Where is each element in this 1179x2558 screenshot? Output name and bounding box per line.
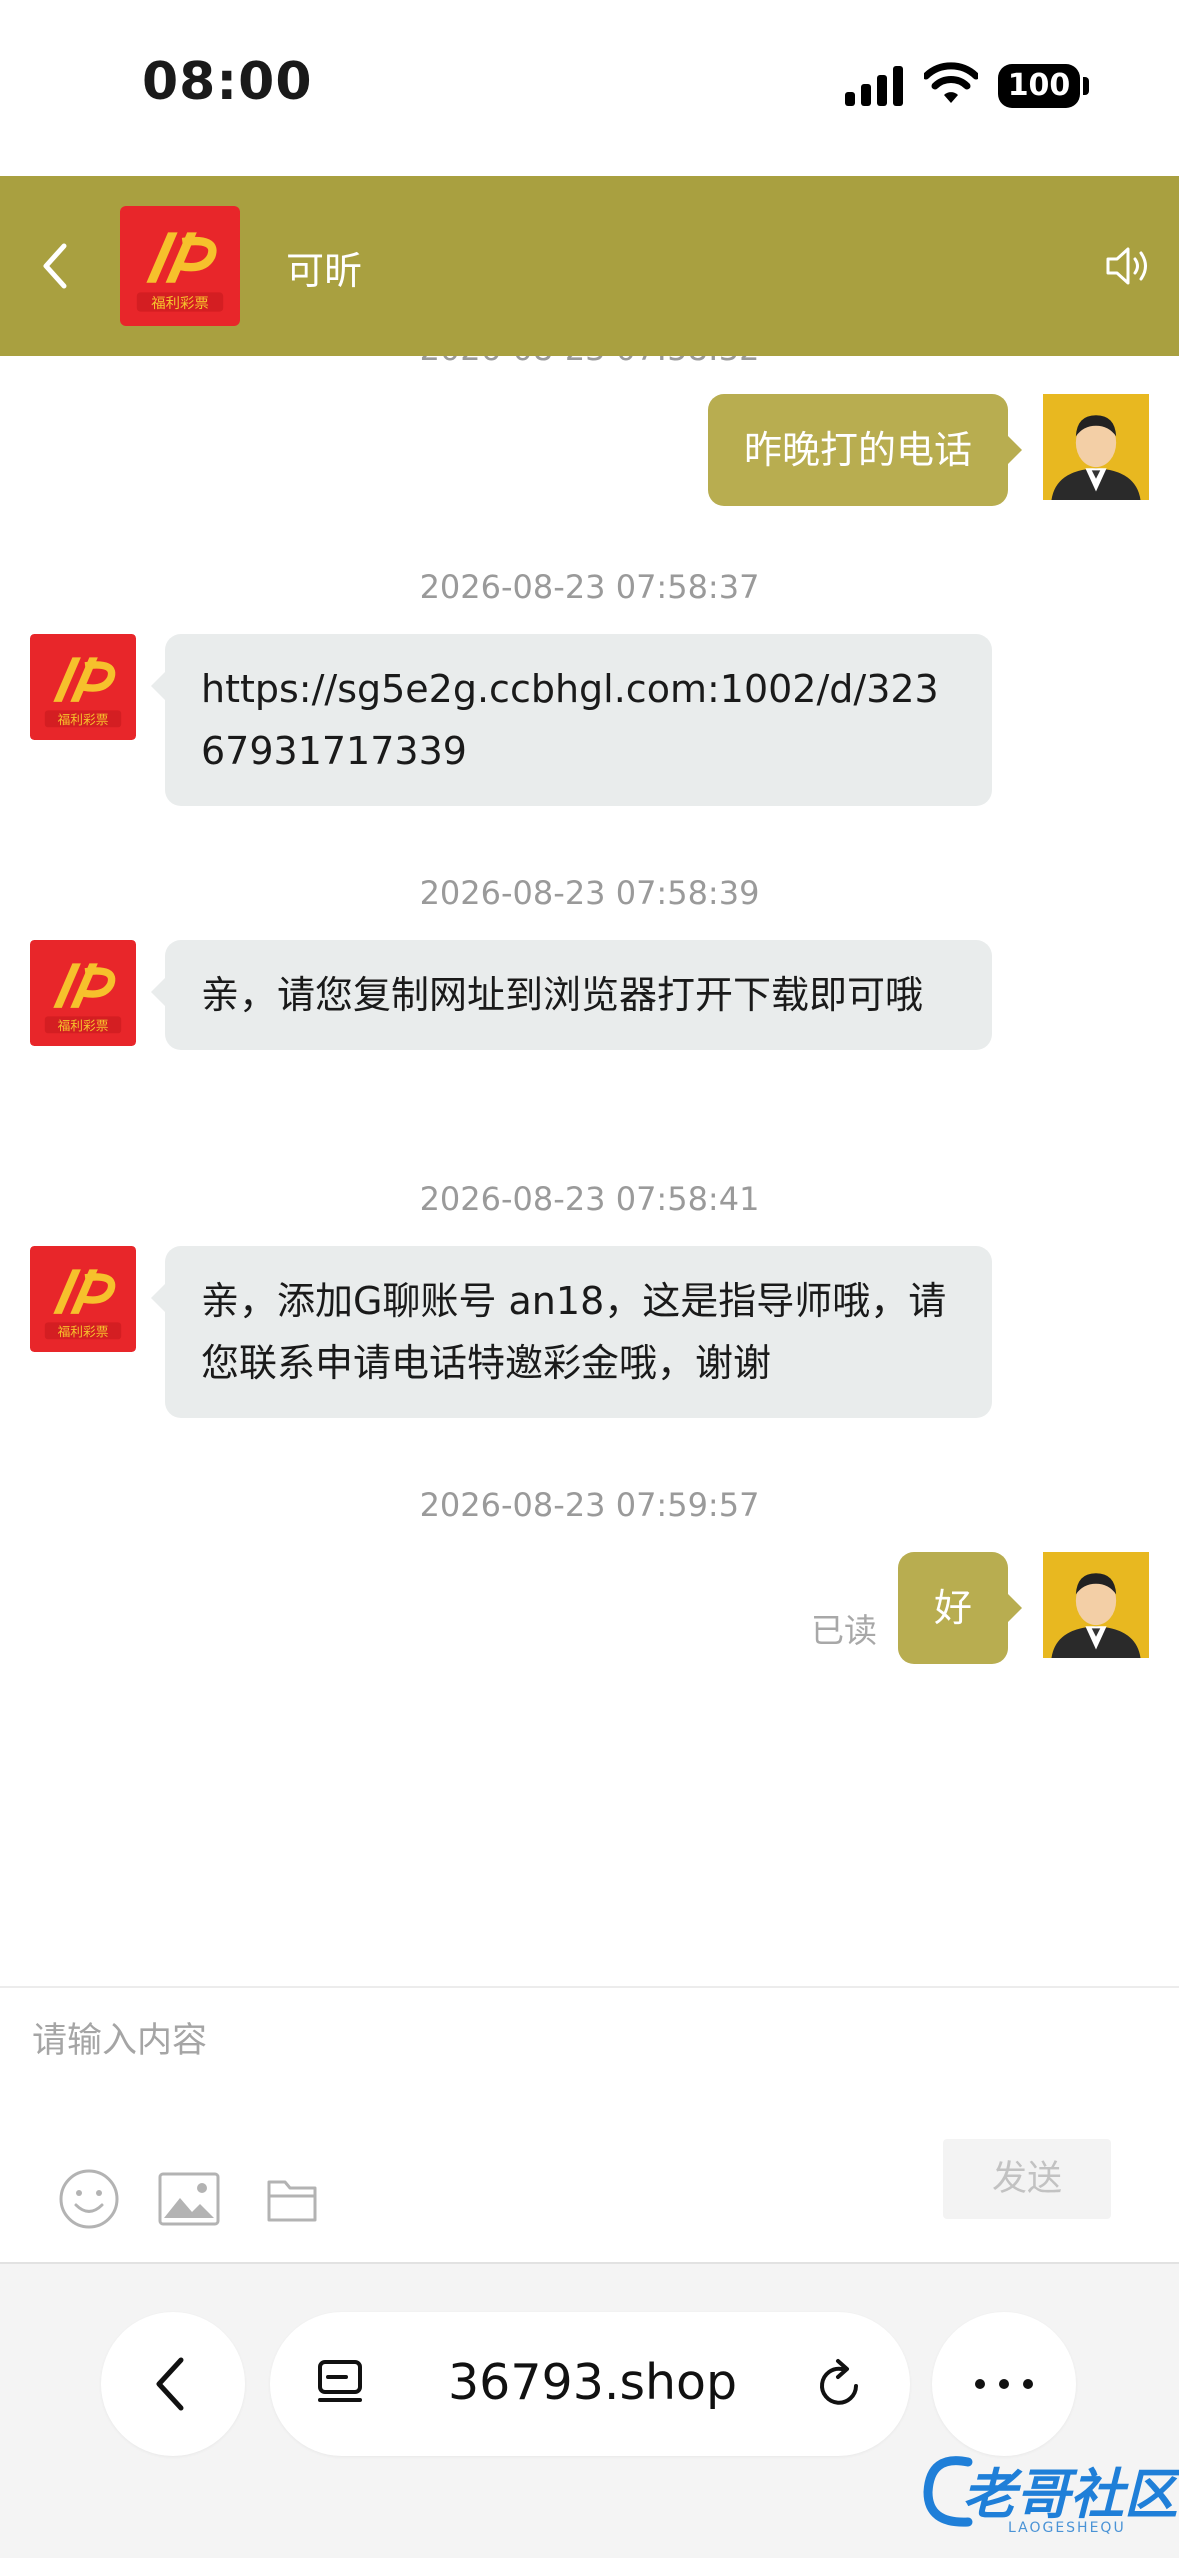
battery-nub: [1083, 77, 1089, 95]
folder-icon[interactable]: [266, 2174, 318, 2224]
more-dots-icon: [975, 2379, 1033, 2389]
user-avatar[interactable]: [1043, 1552, 1149, 1658]
message-bubble-incoming[interactable]: 亲，请您复制网址到浏览器打开下载即可哦: [151, 940, 992, 1050]
wifi-icon: [924, 62, 978, 103]
message-bubble-incoming[interactable]: https://sg5e2g.ccbhgl.com:1002/d/3236793…: [151, 634, 992, 806]
image-icon[interactable]: [158, 2172, 220, 2226]
watermark-text: 老哥社区: [962, 2463, 1178, 2526]
user-avatar[interactable]: [1043, 394, 1149, 500]
emoji-icon[interactable]: [58, 2168, 120, 2230]
tabs-icon[interactable]: [316, 2356, 368, 2412]
speaker-icon[interactable]: [1104, 242, 1154, 290]
avatar-text: 福利彩票: [58, 1324, 109, 1339]
contact-avatar-logo[interactable]: 福利彩票: [30, 634, 136, 740]
contact-avatar-logo[interactable]: 福利彩票: [120, 206, 240, 326]
message-bubble-incoming[interactable]: 亲，添加G聊账号 an18，这是指导师哦，请您联系申请电话特邀彩金哦，谢谢: [151, 1246, 992, 1418]
contact-avatar-logo[interactable]: 福利彩票: [30, 1246, 136, 1352]
status-time: 08:00: [142, 52, 313, 112]
chat-title: 可昕: [286, 249, 363, 293]
message-input[interactable]: [30, 2010, 934, 2072]
watermark-subtext: LAOGESHEQU: [1008, 2520, 1126, 2536]
send-button[interactable]: 发送: [943, 2139, 1111, 2219]
message-timestamp: 2026-08-23 07:59:57: [419, 1486, 760, 1524]
message-bubble-outgoing[interactable]: 好: [897, 1552, 1023, 1664]
back-chevron-icon[interactable]: [30, 232, 80, 300]
message-bubble-outgoing[interactable]: 昨晚打的电话: [707, 394, 1023, 506]
avatar-text: 福利彩票: [151, 295, 209, 312]
contact-avatar-logo[interactable]: 福利彩票: [30, 940, 136, 1046]
more-options-button[interactable]: [932, 2312, 1076, 2456]
avatar-text: 福利彩票: [58, 1018, 109, 1033]
reload-icon[interactable]: [812, 2356, 868, 2412]
message-timestamp: 2026-08-23 07:58:37: [419, 568, 760, 606]
message-timestamp: 2026-08-23 07:58:39: [419, 874, 760, 912]
message-timestamp: 2026-08-23 07:58:32: [0, 356, 1179, 368]
back-chevron-icon: [156, 2357, 184, 2411]
avatar-text: 福利彩票: [58, 712, 109, 727]
cellular-signal-icon: [845, 66, 903, 106]
message-timestamp: 2026-08-23 07:58:41: [419, 1180, 760, 1218]
chat-area[interactable]: 2026-08-23 07:58:32 已读 昨晚打的电话 2026-08-23…: [0, 356, 1179, 1986]
battery-indicator: 100: [998, 64, 1080, 108]
url-text: 36793.shop: [448, 2354, 738, 2411]
read-status: 已读: [811, 1611, 877, 1650]
browser-back-button[interactable]: [101, 2312, 245, 2456]
